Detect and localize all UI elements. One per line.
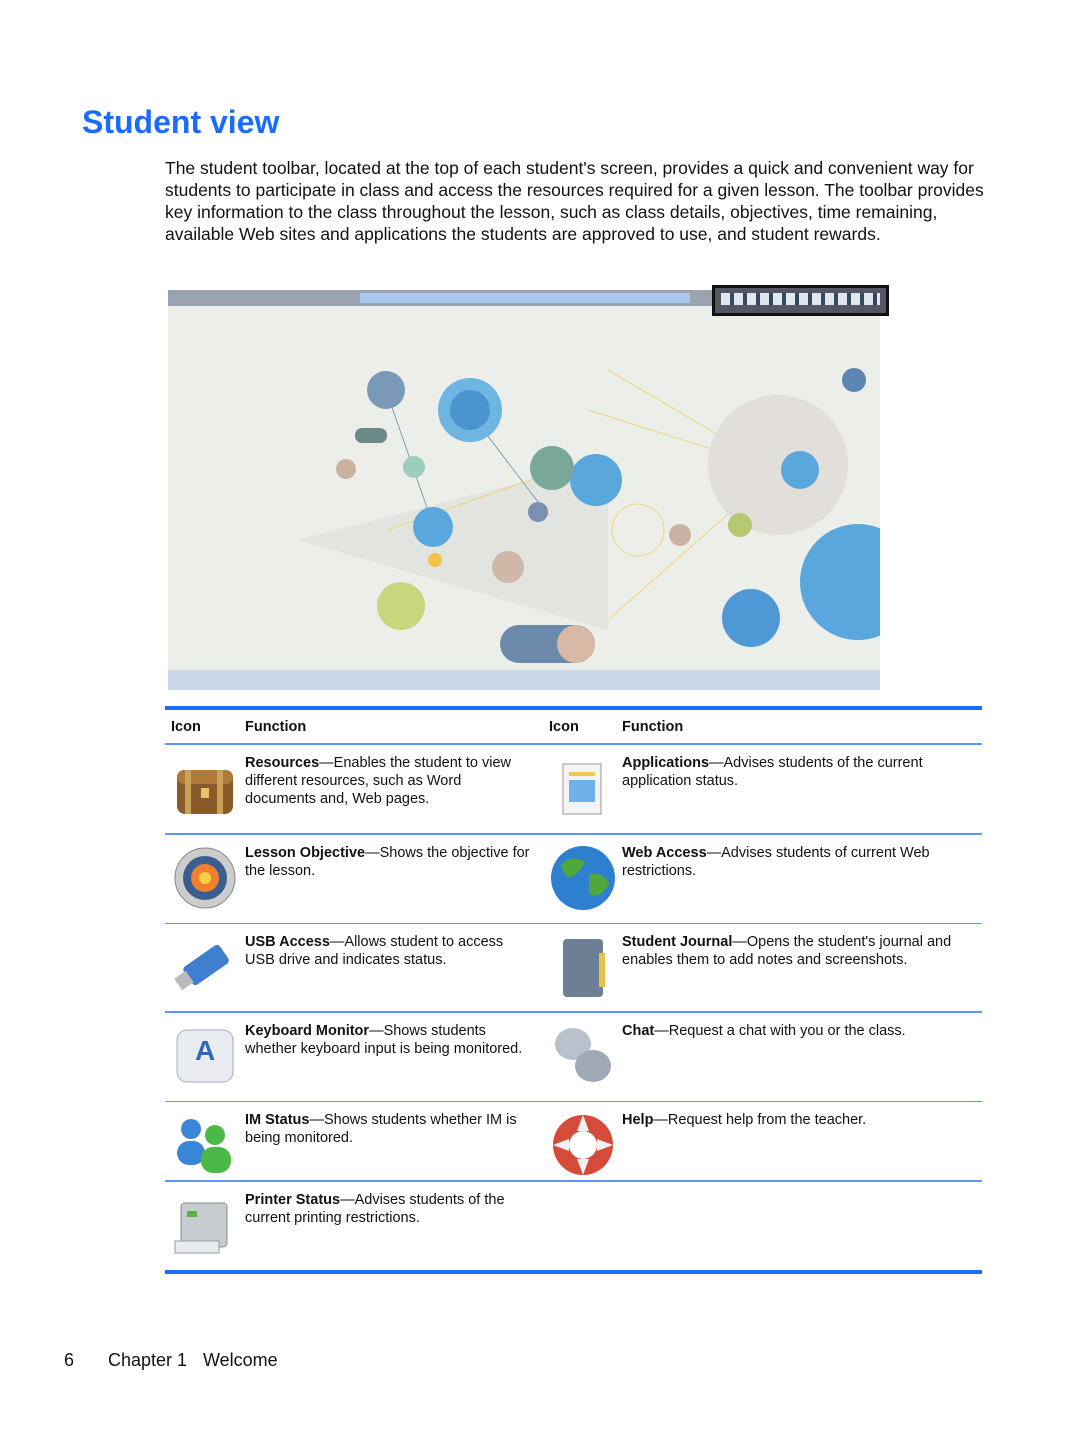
function-name: Printer Status	[245, 1191, 341, 1208]
chapter-label: Chapter 1	[108, 1350, 188, 1370]
chapter-title: Welcome	[203, 1350, 278, 1370]
function-detail: —Request help from the teacher.	[653, 1112, 867, 1128]
function-name: Help	[622, 1112, 654, 1128]
function-name: Web Access	[622, 844, 707, 861]
function-detail: —Request a chat with you or the class.	[654, 1022, 906, 1039]
function-description: Student Journal—Opens the student's jour…	[622, 933, 982, 1011]
function-name: USB Access	[245, 934, 330, 950]
function-name: Applications	[622, 755, 710, 771]
keyboard-key-icon: A	[165, 1022, 245, 1101]
page-title: Student view	[82, 104, 280, 140]
treasure-chest-icon	[165, 754, 245, 833]
header-icon: Icon	[549, 718, 579, 735]
usb-drive-icon	[165, 933, 245, 1011]
table-row: USB Access—Allows student to access USB …	[165, 924, 982, 1011]
function-description: Web Access—Advises students of current W…	[622, 844, 982, 923]
function-description: Printer Status—Advises students of the c…	[245, 1191, 543, 1270]
icon-function-table: Icon Function Icon Function Resources—En…	[165, 706, 982, 1274]
header-function: Function	[245, 718, 307, 735]
header-function: Function	[622, 718, 684, 735]
function-description: Lesson Objective—Shows the objective for…	[245, 844, 543, 923]
function-name: Keyboard Monitor	[245, 1022, 370, 1039]
table-row: Resources—Enables the student to view di…	[165, 745, 982, 833]
function-description: IM Status—Shows students whether IM is b…	[245, 1111, 543, 1180]
student-toolbar-highlight	[712, 285, 889, 316]
im-users-icon	[165, 1111, 245, 1180]
function-description: Help—Request help from the teacher.	[622, 1111, 982, 1180]
target-icon	[165, 844, 245, 923]
svg-text:A: A	[195, 1035, 215, 1066]
lifebuoy-icon	[543, 1111, 622, 1180]
function-name: Chat	[622, 1022, 655, 1039]
table-header: Icon Function Icon Function	[165, 710, 982, 743]
chat-bubbles-icon	[543, 1022, 622, 1101]
intro-paragraph: The student toolbar, located at the top …	[165, 158, 984, 244]
header-icon: Icon	[171, 718, 201, 735]
function-description: USB Access—Allows student to access USB …	[245, 933, 543, 1011]
function-name: Resources	[245, 755, 320, 771]
printer-icon	[165, 1191, 245, 1270]
function-description: Resources—Enables the student to view di…	[245, 754, 543, 833]
table-row: IM Status—Shows students whether IM is b…	[165, 1102, 982, 1180]
table-row: A Keyboard Monitor—Shows students whether…	[165, 1013, 982, 1101]
function-name: Student Journal	[622, 934, 733, 950]
journal-book-icon	[543, 933, 622, 1011]
globe-icon	[543, 844, 622, 923]
function-name: Lesson Objective	[245, 844, 366, 861]
application-document-icon	[543, 754, 622, 833]
student-desktop-screenshot	[168, 290, 880, 690]
page-number: 6	[64, 1350, 75, 1370]
function-description: Applications—Advises students of the cur…	[622, 754, 982, 833]
function-description: Keyboard Monitor—Shows students whether …	[245, 1022, 543, 1101]
table-row: Lesson Objective—Shows the objective for…	[165, 835, 982, 923]
table-row: Printer Status—Advises students of the c…	[165, 1182, 982, 1270]
function-name: IM Status	[245, 1112, 310, 1128]
function-description: Chat—Request a chat with you or the clas…	[622, 1022, 982, 1101]
